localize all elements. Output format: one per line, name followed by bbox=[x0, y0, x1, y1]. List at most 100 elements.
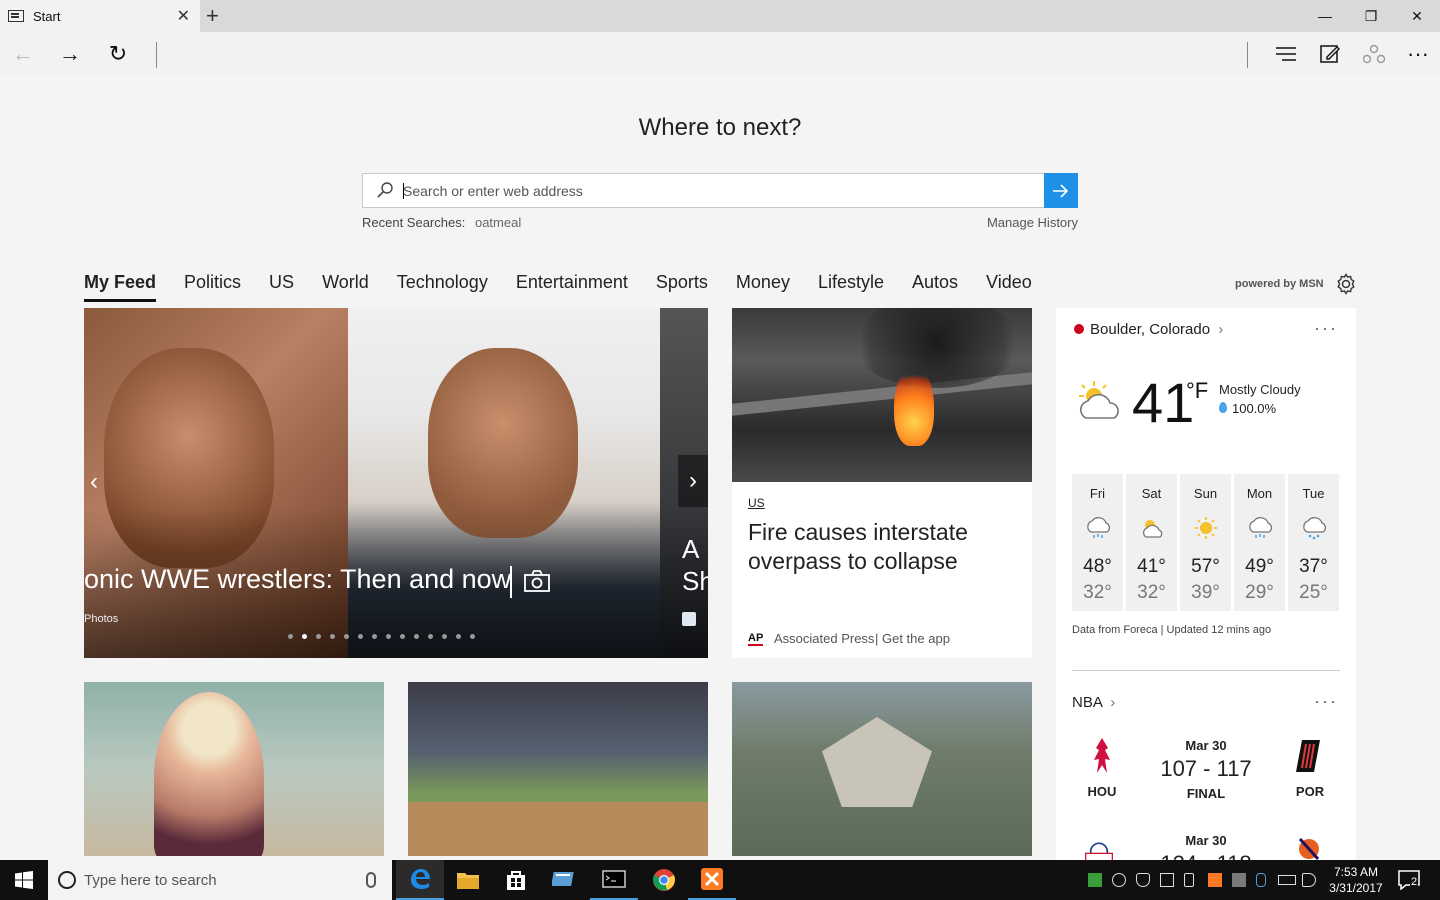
forecast-row: Fri 48° 32° Sat 41° 32° Sun 57° 39° Mon … bbox=[1072, 474, 1339, 611]
nba-more-button[interactable]: ··· bbox=[1314, 691, 1338, 712]
volume-icon[interactable] bbox=[1302, 873, 1316, 887]
partly-cloudy-icon bbox=[1142, 520, 1163, 538]
weather-alert-icon[interactable] bbox=[1074, 324, 1084, 334]
taskbar-clock[interactable]: 7:53 AM 3/31/2017 bbox=[1322, 864, 1390, 896]
temperature-unit[interactable]: °F bbox=[1186, 378, 1208, 404]
tab-world[interactable]: World bbox=[322, 272, 369, 302]
forecast-day[interactable]: Tue 37° 25° bbox=[1288, 474, 1339, 611]
search-go-button[interactable] bbox=[1044, 173, 1078, 208]
tab-technology[interactable]: Technology bbox=[397, 272, 488, 302]
slideshow-dot[interactable] bbox=[400, 634, 405, 639]
slideshow-dot[interactable] bbox=[470, 634, 475, 639]
slideshow-prev-button[interactable]: ‹ bbox=[90, 468, 98, 496]
nba-game[interactable]: HOU Mar 30 107 - 117 FINAL POR bbox=[1072, 738, 1340, 808]
microphone-icon[interactable] bbox=[366, 872, 376, 888]
news-tile[interactable] bbox=[84, 682, 384, 856]
slideshow-dot[interactable] bbox=[456, 634, 461, 639]
tab-entertainment[interactable]: Entertainment bbox=[516, 272, 628, 302]
taskbar-edge[interactable] bbox=[396, 860, 444, 900]
shield-icon[interactable] bbox=[1136, 873, 1150, 887]
slideshow-dot[interactable] bbox=[414, 634, 419, 639]
usb-icon[interactable] bbox=[1184, 873, 1194, 887]
search-input[interactable] bbox=[403, 174, 1033, 207]
taskbar-chrome[interactable] bbox=[640, 860, 688, 900]
slideshow-next-button[interactable]: › bbox=[678, 455, 708, 507]
tray-xampp-icon[interactable] bbox=[1208, 873, 1222, 887]
tab-us[interactable]: US bbox=[269, 272, 294, 302]
tray-vm-icon[interactable] bbox=[1232, 873, 1246, 887]
slideshow-dots bbox=[288, 634, 475, 639]
maximize-button[interactable]: ❐ bbox=[1348, 0, 1394, 32]
bluetooth-icon[interactable] bbox=[1256, 873, 1266, 887]
forecast-day[interactable]: Fri 48° 32° bbox=[1072, 474, 1123, 611]
slideshow-dot[interactable] bbox=[428, 634, 433, 639]
more-button[interactable]: ··· bbox=[1403, 40, 1433, 68]
tab-politics[interactable]: Politics bbox=[184, 272, 241, 302]
forecast-day[interactable]: Sun 57° 39° bbox=[1180, 474, 1231, 611]
news-card[interactable]: US Fire causes interstate overpass to co… bbox=[732, 308, 1032, 658]
taskbar-remote-desktop[interactable] bbox=[540, 860, 588, 900]
remote-desktop-icon bbox=[552, 872, 574, 886]
hero-title[interactable]: onic WWE wrestlers: Then and now bbox=[84, 564, 511, 595]
refresh-button[interactable]: ↻ bbox=[103, 40, 133, 68]
forecast-day[interactable]: Mon 49° 29° bbox=[1234, 474, 1285, 611]
tab-autos[interactable]: Autos bbox=[912, 272, 958, 302]
hero-slideshow[interactable]: onic WWE wrestlers: Then and now Photos … bbox=[84, 308, 708, 658]
web-note-button[interactable] bbox=[1315, 40, 1345, 68]
back-button[interactable]: ← bbox=[8, 40, 38, 68]
news-title[interactable]: Fire causes interstate overpass to colla… bbox=[748, 518, 1018, 576]
slideshow-dot[interactable] bbox=[344, 634, 349, 639]
tab-money[interactable]: Money bbox=[736, 272, 790, 302]
slideshow-dot[interactable] bbox=[330, 634, 335, 639]
forecast-day-label: Fri bbox=[1089, 486, 1106, 501]
blazers-logo-icon bbox=[1296, 740, 1320, 772]
tab-start[interactable]: Start ✕ bbox=[0, 0, 200, 32]
new-tab-button[interactable]: + bbox=[206, 3, 219, 29]
window-close-button[interactable]: ✕ bbox=[1394, 0, 1440, 32]
network-icon[interactable] bbox=[1160, 873, 1174, 887]
hub-button[interactable] bbox=[1271, 40, 1301, 68]
start-button[interactable] bbox=[0, 860, 48, 900]
news-tile[interactable] bbox=[732, 682, 1032, 856]
gear-icon[interactable] bbox=[1335, 273, 1357, 295]
taskbar-store[interactable] bbox=[492, 860, 540, 900]
taskbar-xampp[interactable] bbox=[688, 860, 736, 900]
taskbar-file-explorer[interactable] bbox=[444, 860, 492, 900]
nba-section-title[interactable]: NBA › bbox=[1072, 694, 1115, 711]
minimize-button[interactable]: — bbox=[1302, 0, 1348, 32]
sunny-icon bbox=[1195, 517, 1217, 539]
tab-close-icon[interactable]: ✕ bbox=[177, 6, 190, 26]
slideshow-dot[interactable] bbox=[358, 634, 363, 639]
forecast-day[interactable]: Sat 41° 32° bbox=[1126, 474, 1177, 611]
side-panel: Boulder, Colorado › ··· 41 °F Mostly Clo… bbox=[1056, 308, 1356, 876]
tab-video[interactable]: Video bbox=[986, 272, 1032, 302]
game-score: 107 - 117 bbox=[1160, 756, 1252, 781]
news-category[interactable]: US bbox=[748, 496, 765, 510]
tab-lifestyle[interactable]: Lifestyle bbox=[818, 272, 884, 302]
tray-wifi-icon[interactable] bbox=[1112, 873, 1126, 887]
slideshow-dot[interactable] bbox=[372, 634, 377, 639]
slideshow-dot[interactable] bbox=[442, 634, 447, 639]
share-button[interactable] bbox=[1359, 40, 1389, 68]
recent-search-item[interactable]: oatmeal bbox=[475, 215, 521, 230]
forecast-low: 32° bbox=[1083, 582, 1112, 603]
tab-my-feed[interactable]: My Feed bbox=[84, 272, 157, 302]
slideshow-dot[interactable] bbox=[386, 634, 391, 639]
tray-app-icon[interactable] bbox=[1088, 873, 1102, 887]
notification-center-button[interactable]: 2 bbox=[1398, 870, 1420, 891]
weather-footer[interactable]: Data from Foreca | Updated 12 mins ago bbox=[1072, 624, 1271, 636]
weather-location[interactable]: Boulder, Colorado › bbox=[1090, 321, 1223, 338]
slideshow-dot[interactable] bbox=[316, 634, 321, 639]
taskbar-terminal[interactable] bbox=[590, 860, 638, 900]
manage-history-link[interactable]: Manage History bbox=[987, 215, 1078, 230]
slideshow-dot[interactable] bbox=[288, 634, 293, 639]
news-tile[interactable] bbox=[408, 682, 708, 856]
weather-more-button[interactable]: ··· bbox=[1314, 318, 1338, 339]
chevron-right-icon: › bbox=[1218, 321, 1224, 338]
forward-button[interactable]: → bbox=[55, 40, 85, 68]
tab-sports[interactable]: Sports bbox=[656, 272, 708, 302]
slideshow-dot[interactable] bbox=[302, 634, 307, 639]
battery-icon[interactable] bbox=[1278, 875, 1296, 885]
taskbar-search-input[interactable] bbox=[84, 860, 354, 900]
get-the-app-link[interactable]: | Get the app bbox=[875, 631, 950, 646]
